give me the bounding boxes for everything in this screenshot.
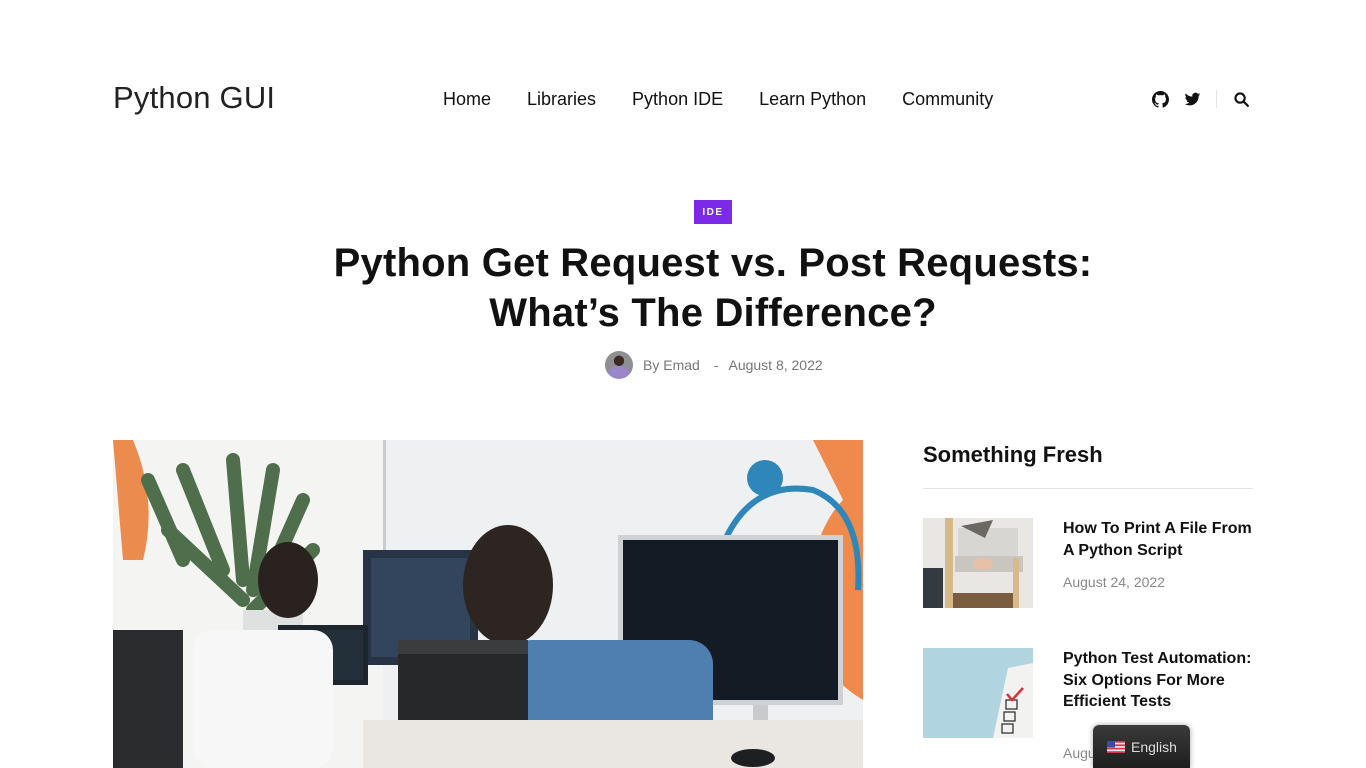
nav-item-community[interactable]: Community (902, 89, 993, 110)
hero-image (113, 440, 863, 768)
sidebar: Something Fresh How To Print A File From… (923, 440, 1253, 761)
post-title[interactable]: How To Print A File From A Python Script (1063, 518, 1253, 561)
meta-separator: - (713, 357, 719, 373)
author-avatar[interactable] (605, 351, 633, 379)
article-title-line-2: What’s The Difference? (489, 291, 937, 335)
language-switcher[interactable]: English (1093, 725, 1190, 768)
post-title[interactable]: Python Test Automation: Six Options For … (1063, 648, 1253, 713)
site-header: Python GUI Home Libraries Python IDE Lea… (0, 0, 1366, 200)
github-icon[interactable] (1150, 89, 1170, 109)
site-logo[interactable]: Python GUI (113, 80, 275, 116)
nav-item-home[interactable]: Home (443, 89, 491, 110)
category-badge[interactable]: IDE (694, 200, 732, 224)
post-date: August 24, 2022 (1063, 574, 1165, 590)
publish-date: August 8, 2022 (728, 357, 823, 373)
search-icon[interactable] (1231, 89, 1251, 109)
article-title: Python Get Request vs. Post Requests: Wh… (283, 238, 1143, 338)
post-thumbnail-checklist[interactable] (923, 648, 1033, 738)
article-meta: By Emad - August 8, 2022 (605, 351, 823, 379)
post-thumbnail-printer[interactable] (923, 518, 1033, 608)
twitter-icon[interactable] (1182, 89, 1202, 109)
sidebar-heading: Something Fresh (923, 442, 1103, 467)
author-name[interactable]: By Emad (643, 357, 700, 373)
main-nav: Home Libraries Python IDE Learn Python C… (443, 89, 1029, 110)
nav-item-learn-python[interactable]: Learn Python (759, 89, 866, 110)
us-flag-icon (1107, 740, 1125, 753)
nav-item-python-ide[interactable]: Python IDE (632, 89, 723, 110)
header-divider (1216, 90, 1217, 108)
article-title-line-1: Python Get Request vs. Post Requests: (333, 241, 1093, 285)
header-icons (1150, 88, 1251, 110)
sidebar-divider (923, 488, 1253, 489)
language-label: English (1131, 738, 1177, 755)
nav-item-libraries[interactable]: Libraries (527, 89, 596, 110)
